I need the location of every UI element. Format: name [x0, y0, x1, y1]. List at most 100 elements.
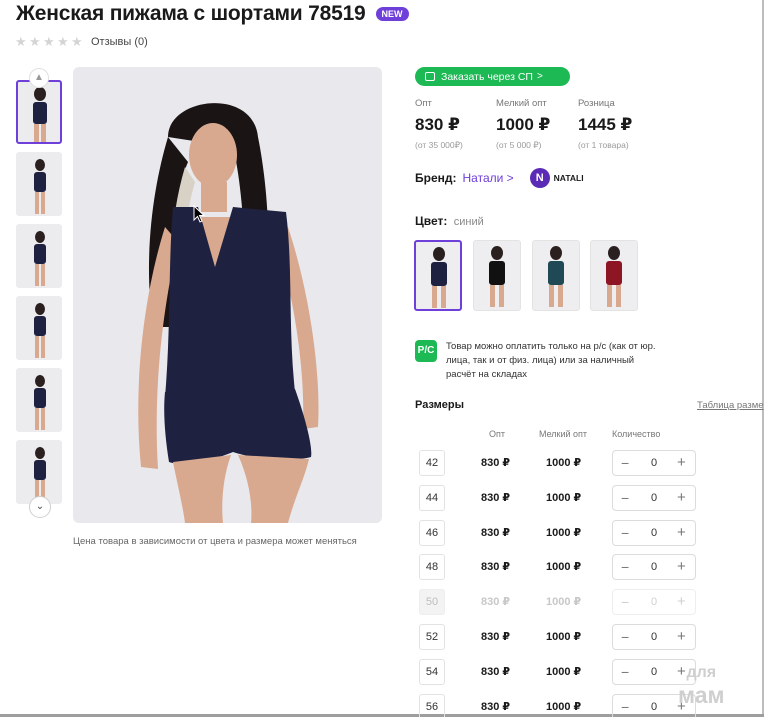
- quantity-value[interactable]: 0: [651, 596, 657, 608]
- order-via-sp-button[interactable]: Заказать через СП >: [415, 67, 570, 86]
- color-swatch[interactable]: [590, 240, 638, 311]
- quantity-value[interactable]: 0: [651, 666, 657, 678]
- minus-icon[interactable]: −: [621, 594, 629, 610]
- rating-row: ★ ★ ★ ★ ★ Отзывы (0): [15, 35, 148, 48]
- quantity-stepper[interactable]: − 0 +: [612, 624, 696, 650]
- brand-link[interactable]: Натали >: [463, 171, 514, 185]
- thumbnail[interactable]: [16, 296, 62, 360]
- row-price-opt: 830 ₽: [481, 457, 511, 469]
- quantity-value[interactable]: 0: [651, 457, 657, 469]
- row-price-small-opt: 1000 ₽: [546, 701, 582, 713]
- row-price-small-opt: 1000 ₽: [546, 596, 582, 608]
- size-label[interactable]: 52: [419, 624, 445, 650]
- color-label: Цвет:: [415, 214, 448, 228]
- row-price-small-opt: 1000 ₽: [546, 457, 582, 469]
- minus-icon[interactable]: −: [621, 525, 629, 541]
- thumbnail[interactable]: [16, 368, 62, 432]
- quantity-stepper[interactable]: − 0 +: [612, 450, 696, 476]
- minus-icon[interactable]: −: [621, 559, 629, 575]
- chevron-up-icon[interactable]: ▲: [29, 68, 49, 88]
- quantity-value[interactable]: 0: [651, 527, 657, 539]
- plus-icon[interactable]: +: [677, 593, 686, 610]
- sizes-title: Размеры: [415, 399, 465, 411]
- plus-icon[interactable]: +: [677, 454, 686, 471]
- quantity-value[interactable]: 0: [651, 492, 657, 504]
- price-value: 1000 ₽: [496, 115, 551, 134]
- brand-logo-name: NATALI: [553, 173, 584, 183]
- product-title: Женская пижама с шортами 78519: [16, 2, 366, 25]
- quantity-stepper[interactable]: − 0 +: [612, 485, 696, 511]
- quantity-stepper[interactable]: − 0 +: [612, 554, 696, 580]
- quantity-stepper[interactable]: − 0 +: [612, 589, 696, 615]
- thumbnail[interactable]: [16, 80, 62, 144]
- row-price-small-opt: 1000 ₽: [546, 561, 582, 573]
- plus-icon[interactable]: +: [677, 558, 686, 575]
- brand-logo[interactable]: N NATALI: [529, 168, 584, 188]
- star-icon[interactable]: ★: [71, 35, 83, 48]
- row-price-opt: 830 ₽: [481, 492, 511, 504]
- thumbnail[interactable]: [16, 440, 62, 504]
- size-table-link[interactable]: Таблица разме: [697, 400, 764, 411]
- quantity-value[interactable]: 0: [651, 561, 657, 573]
- price-small-wholesale: Мелкий опт 1000 ₽ (от 5 000 ₽): [496, 98, 550, 151]
- star-icon[interactable]: ★: [29, 35, 41, 48]
- minus-icon[interactable]: −: [621, 455, 629, 471]
- star-icon[interactable]: ★: [57, 35, 69, 48]
- row-price-opt: 830 ₽: [481, 666, 511, 678]
- star-icon[interactable]: ★: [15, 35, 27, 48]
- watermark-bottom: мам: [678, 682, 725, 708]
- plus-icon[interactable]: +: [677, 524, 686, 541]
- color-swatch[interactable]: [532, 240, 580, 311]
- size-label[interactable]: 50: [419, 589, 445, 615]
- quantity-value[interactable]: 0: [651, 631, 657, 643]
- price-wholesale: Опт 830 ₽ (от 35 000₽): [415, 98, 463, 151]
- mouse-cursor-icon: [193, 205, 205, 223]
- row-price-small-opt: 1000 ₽: [546, 666, 582, 678]
- minus-icon[interactable]: −: [621, 490, 629, 506]
- order-button-label: Заказать через СП: [441, 70, 533, 83]
- size-label[interactable]: 44: [419, 485, 445, 511]
- brand-logo-icon: N: [529, 168, 550, 188]
- quantity-value[interactable]: 0: [651, 701, 657, 713]
- column-header-small-opt: Мелкий опт: [539, 429, 588, 439]
- size-row: 48 830 ₽ 1000 ₽ − 0 +: [419, 554, 699, 580]
- minus-icon[interactable]: −: [621, 629, 629, 645]
- quantity-stepper[interactable]: − 0 +: [612, 520, 696, 546]
- minus-icon[interactable]: −: [621, 699, 629, 715]
- brand-row: Бренд: Натали > N NATALI: [415, 168, 584, 188]
- plus-icon[interactable]: +: [677, 628, 686, 645]
- thumbnail[interactable]: [16, 152, 62, 216]
- minus-icon[interactable]: −: [621, 664, 629, 680]
- row-price-opt: 830 ₽: [481, 631, 511, 643]
- size-label[interactable]: 56: [419, 694, 445, 717]
- size-label[interactable]: 54: [419, 659, 445, 685]
- price-note: (от 1 товара): [578, 140, 629, 150]
- color-swatch[interactable]: [414, 240, 462, 311]
- reviews-link[interactable]: Отзывы (0): [91, 36, 148, 48]
- row-price-opt: 830 ₽: [481, 701, 511, 713]
- row-price-small-opt: 1000 ₽: [546, 631, 582, 643]
- size-label[interactable]: 48: [419, 554, 445, 580]
- chevron-down-icon[interactable]: ⌄: [29, 496, 51, 518]
- size-label[interactable]: 42: [419, 450, 445, 476]
- size-row: 46 830 ₽ 1000 ₽ − 0 +: [419, 520, 699, 546]
- price-value: 1445 ₽: [578, 115, 633, 134]
- title-row: Женская пижама с шортами 78519 NEW: [16, 2, 409, 26]
- thumbnail-strip: ▲ ⌄: [15, 68, 63, 520]
- payment-note: Товар можно оплатить только на р/с (как …: [446, 341, 656, 380]
- plus-icon[interactable]: +: [677, 489, 686, 506]
- color-swatch[interactable]: [473, 240, 521, 311]
- size-row: 42 830 ₽ 1000 ₽ − 0 +: [419, 450, 699, 476]
- size-row: 52 830 ₽ 1000 ₽ − 0 +: [419, 624, 699, 650]
- main-product-image[interactable]: [73, 67, 382, 523]
- cart-icon: [425, 72, 435, 81]
- thumbnail[interactable]: [16, 224, 62, 288]
- row-price-opt: 830 ₽: [481, 596, 511, 608]
- watermark-top: для: [686, 664, 717, 681]
- star-icon[interactable]: ★: [43, 35, 55, 48]
- bank-transfer-icon: Р/С: [415, 340, 437, 362]
- size-label[interactable]: 46: [419, 520, 445, 546]
- new-badge: NEW: [375, 7, 409, 21]
- color-row: Цвет: синий: [415, 214, 484, 228]
- price-note: (от 5 000 ₽): [496, 140, 542, 150]
